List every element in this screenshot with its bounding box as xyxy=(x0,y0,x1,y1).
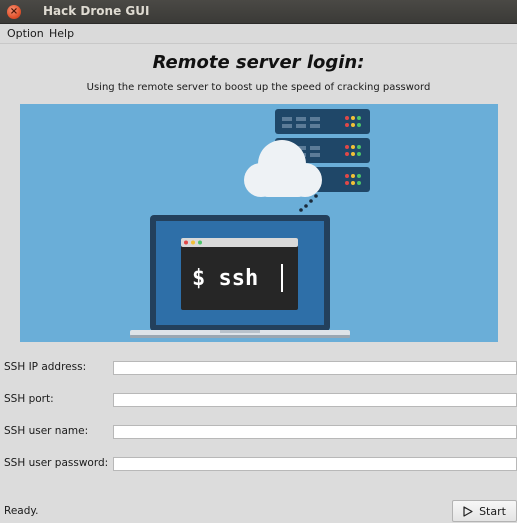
menu-bar: Option Help xyxy=(0,24,517,44)
terminal-command-text: $ ssh xyxy=(192,266,258,291)
ssh-illustration: $ ssh xyxy=(20,104,498,342)
menu-option[interactable]: Option xyxy=(7,27,44,40)
start-button[interactable]: Start xyxy=(452,500,517,522)
play-icon xyxy=(463,505,473,517)
ssh-password-label: SSH user password: xyxy=(4,457,109,469)
menu-help[interactable]: Help xyxy=(49,27,74,40)
status-text: Ready. xyxy=(4,505,39,517)
title-bar: × Hack Drone GUI xyxy=(0,0,517,24)
ssh-ip-input[interactable] xyxy=(113,361,517,375)
start-button-label: Start xyxy=(479,504,506,518)
ssh-username-label: SSH user name: xyxy=(4,425,89,437)
ssh-port-input[interactable] xyxy=(113,393,517,407)
page-title: Remote server login: xyxy=(152,52,365,73)
window-title: Hack Drone GUI xyxy=(43,4,150,18)
close-icon[interactable]: × xyxy=(7,5,21,19)
page-subtitle: Using the remote server to boost up the … xyxy=(86,82,431,93)
ssh-port-label: SSH port: xyxy=(4,393,54,405)
ssh-ip-label: SSH IP address: xyxy=(4,361,87,373)
ssh-username-input[interactable] xyxy=(113,425,517,439)
terminal-window: $ ssh xyxy=(181,238,298,310)
ssh-password-input[interactable] xyxy=(113,457,517,471)
